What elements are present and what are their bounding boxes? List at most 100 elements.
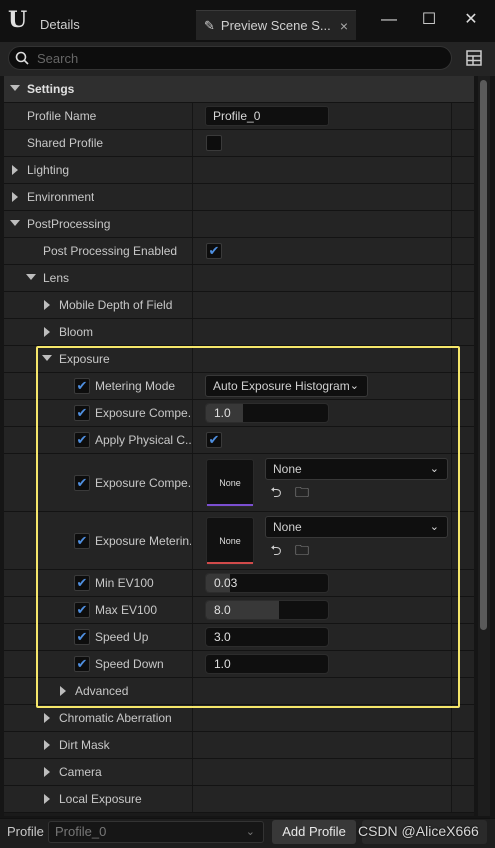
- texture-asset-dropdown[interactable]: None ⌄: [265, 516, 448, 538]
- category-environment[interactable]: Environment: [4, 184, 474, 211]
- category-label: Settings: [27, 82, 75, 96]
- pp-enabled-checkbox[interactable]: ✔: [206, 243, 222, 259]
- category-lens[interactable]: Lens: [4, 265, 474, 292]
- asset-type-bar: [207, 562, 253, 564]
- category-camera[interactable]: Camera: [4, 759, 474, 786]
- category-label: Chromatic Aberration: [59, 711, 172, 725]
- category-label: Exposure: [59, 352, 110, 366]
- use-selected-arrow-icon[interactable]: ⮌: [268, 484, 284, 500]
- override-checkbox[interactable]: ✔: [74, 602, 90, 618]
- search-input[interactable]: Search: [8, 46, 452, 70]
- search-placeholder: Search: [37, 50, 79, 66]
- category-label: Environment: [27, 190, 95, 204]
- property-label: Exposure Meterin...: [95, 534, 191, 548]
- category-dirt-mask[interactable]: Dirt Mask: [4, 732, 474, 759]
- category-exposure[interactable]: Exposure: [4, 346, 474, 373]
- browse-folder-icon[interactable]: 🗀: [294, 542, 310, 558]
- expand-arrow-icon: [44, 327, 50, 337]
- category-label: Advanced: [75, 684, 129, 698]
- expand-arrow-icon: [60, 686, 66, 696]
- watermark-text: CSDN @AliceX666: [358, 823, 479, 839]
- property-label: Shared Profile: [27, 136, 104, 150]
- numeric-value: 1.0: [214, 657, 231, 671]
- curve-asset-dropdown[interactable]: None ⌄: [265, 458, 448, 480]
- expand-arrow-icon: [44, 767, 50, 777]
- property-row-speed-up: ✔ Speed Up 3.0: [4, 624, 474, 651]
- min-ev100-input[interactable]: 0.03: [205, 573, 329, 593]
- minimize-button[interactable]: —: [374, 8, 404, 32]
- property-row-exposure-metering-mask: ✔ Exposure Meterin... None None ⌄ ⮌ 🗀: [4, 512, 474, 570]
- category-label: Camera: [59, 765, 102, 779]
- dropdown-value: Profile_0: [55, 824, 107, 839]
- curve-asset-thumbnail[interactable]: None: [206, 459, 254, 507]
- maximize-button[interactable]: ☐: [414, 8, 444, 32]
- tab-preview-scene-settings[interactable]: ✎ Preview Scene S... ×: [196, 10, 356, 40]
- add-profile-button[interactable]: Add Profile: [272, 820, 356, 844]
- asset-type-bar: [207, 504, 253, 506]
- view-options-table-icon[interactable]: [464, 48, 484, 68]
- override-checkbox[interactable]: ✔: [74, 533, 90, 549]
- override-checkbox[interactable]: ✔: [74, 656, 90, 672]
- close-tab-icon[interactable]: ×: [340, 18, 348, 34]
- category-advanced[interactable]: Advanced: [4, 678, 474, 705]
- property-label: Min EV100: [95, 576, 154, 590]
- category-label: Mobile Depth of Field: [59, 298, 173, 312]
- property-label: Profile Name: [27, 109, 97, 123]
- details-panel: Settings Profile Name Profile_0 Shared P…: [4, 76, 474, 816]
- dropdown-value: None: [273, 520, 302, 534]
- profile-dropdown[interactable]: Profile_0 ⌄: [48, 821, 264, 843]
- property-label: Apply Physical C...: [95, 433, 191, 447]
- scrollbar-thumb[interactable]: [480, 80, 487, 630]
- close-window-button[interactable]: ✕: [456, 8, 486, 32]
- thumbnail-label: None: [219, 536, 241, 546]
- speed-down-input[interactable]: 1.0: [205, 654, 329, 674]
- override-checkbox[interactable]: ✔: [74, 405, 90, 421]
- apply-physical-camera-checkbox[interactable]: ✔: [206, 432, 222, 448]
- category-label: Lighting: [27, 163, 70, 177]
- chevron-down-icon: ⌄: [429, 463, 439, 475]
- property-row-max-ev100: ✔ Max EV100 8.0: [4, 597, 474, 624]
- property-row-shared-profile: Shared Profile: [4, 130, 474, 157]
- profile-label: Profile: [7, 824, 44, 839]
- metering-mode-dropdown[interactable]: Auto Exposure Histogram ⌄: [205, 375, 368, 397]
- tab-details[interactable]: Details: [40, 10, 190, 38]
- expand-arrow-icon: [12, 165, 18, 175]
- category-bloom[interactable]: Bloom: [4, 319, 474, 346]
- category-label: Bloom: [59, 325, 94, 339]
- expand-arrow-icon: [10, 85, 20, 91]
- property-row-metering-mode: ✔ Metering Mode Auto Exposure Histogram …: [4, 373, 474, 400]
- unreal-logo-icon: U: [8, 7, 28, 33]
- category-mobile-dof[interactable]: Mobile Depth of Field: [4, 292, 474, 319]
- override-checkbox[interactable]: ✔: [74, 575, 90, 591]
- browse-folder-icon[interactable]: 🗀: [294, 484, 310, 500]
- exposure-compensation-input[interactable]: 1.0: [205, 403, 329, 423]
- use-selected-arrow-icon[interactable]: ⮌: [268, 542, 284, 558]
- property-row-min-ev100: ✔ Min EV100 0.03: [4, 570, 474, 597]
- category-settings[interactable]: Settings: [4, 76, 474, 103]
- texture-asset-thumbnail[interactable]: None: [206, 517, 254, 565]
- numeric-value: 1.0: [214, 406, 231, 420]
- category-local-exposure[interactable]: Local Exposure: [4, 786, 474, 813]
- search-icon: [15, 51, 29, 65]
- max-ev100-input[interactable]: 8.0: [205, 600, 329, 620]
- category-chromatic-aberration[interactable]: Chromatic Aberration: [4, 705, 474, 732]
- dropdown-value: None: [273, 462, 302, 476]
- shared-profile-checkbox[interactable]: [206, 135, 222, 151]
- expand-arrow-icon: [44, 300, 50, 310]
- speed-up-input[interactable]: 3.0: [205, 627, 329, 647]
- property-label: Speed Down: [95, 657, 164, 671]
- property-label: Exposure Compe...: [95, 476, 191, 490]
- dropdown-value: Auto Exposure Histogram: [213, 379, 350, 393]
- category-postprocessing[interactable]: PostProcessing: [4, 211, 474, 238]
- property-row-pp-enabled: Post Processing Enabled ✔: [4, 238, 474, 265]
- override-checkbox[interactable]: ✔: [74, 432, 90, 448]
- override-checkbox[interactable]: ✔: [74, 475, 90, 491]
- property-row-profile-name: Profile Name Profile_0: [4, 103, 474, 130]
- profile-name-input[interactable]: Profile_0: [205, 106, 329, 126]
- property-row-apply-physical-camera: ✔ Apply Physical C... ✔: [4, 427, 474, 454]
- category-lighting[interactable]: Lighting: [4, 157, 474, 184]
- override-checkbox[interactable]: ✔: [74, 378, 90, 394]
- override-checkbox[interactable]: ✔: [74, 629, 90, 645]
- numeric-value: 0.03: [214, 576, 238, 590]
- property-row-speed-down: ✔ Speed Down 1.0: [4, 651, 474, 678]
